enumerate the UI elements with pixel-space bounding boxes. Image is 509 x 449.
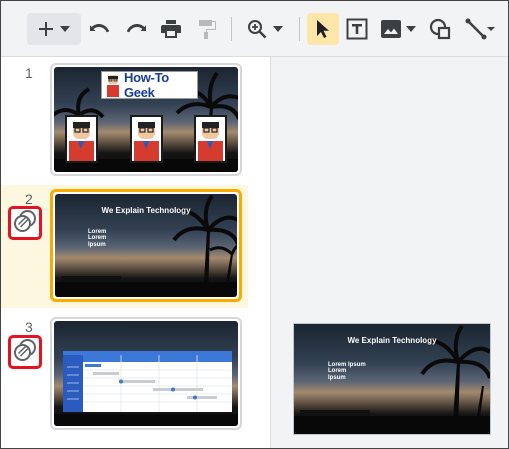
slide-thumbnail[interactable]: How-To Geek xyxy=(50,63,242,176)
undo-icon xyxy=(90,22,112,36)
palm-trees-image xyxy=(54,414,238,426)
slide-body[interactable]: Lorem Ipsum Lorem Ipsum xyxy=(328,362,366,381)
body-line: Ipsum xyxy=(88,241,106,248)
geek-mascot-image xyxy=(130,115,163,163)
image-icon xyxy=(380,19,402,39)
slide-number: 2 xyxy=(25,191,33,207)
zoom-button[interactable] xyxy=(241,13,289,45)
linked-slides-icon xyxy=(13,209,37,238)
text-box-icon xyxy=(346,18,368,40)
image-button[interactable] xyxy=(377,13,419,45)
slide-body: Lorem Lorem Ipsum xyxy=(88,229,106,248)
chevron-down-icon[interactable] xyxy=(60,26,70,32)
add-icon xyxy=(38,21,54,37)
toolbar-divider xyxy=(231,17,232,41)
print-button[interactable] xyxy=(157,13,185,45)
geek-mascot-image xyxy=(194,115,227,163)
chevron-down-icon xyxy=(406,26,416,32)
slide-item-3[interactable]: 3 xyxy=(1,313,248,435)
slides-window: 1 How-To Geek 2 We Explain Technology Lo… xyxy=(0,0,509,449)
current-slide[interactable]: We Explain Technology Lorem Ipsum Lorem … xyxy=(293,323,491,435)
geek-mascot-image xyxy=(65,115,98,163)
shape-button[interactable] xyxy=(425,13,455,45)
slide-title: We Explain Technology xyxy=(101,206,191,215)
text-box-button[interactable] xyxy=(343,13,371,45)
linked-slide-badge[interactable] xyxy=(8,206,42,240)
linked-slide-badge[interactable] xyxy=(8,335,42,369)
paint-format-icon xyxy=(198,19,216,39)
slide-thumbnail[interactable]: We Explain Technology Lorem Lorem Ipsum xyxy=(50,189,242,302)
how-to-geek-banner: How-To Geek xyxy=(101,70,198,100)
print-icon xyxy=(161,20,181,38)
redo-icon xyxy=(124,22,146,36)
new-slide-button[interactable] xyxy=(27,13,81,45)
slide-item-1[interactable]: 1 How-To Geek xyxy=(1,59,248,181)
shape-icon xyxy=(429,18,451,40)
select-button[interactable] xyxy=(307,13,339,45)
toolbar-divider xyxy=(299,17,300,41)
slide-filmstrip: 1 How-To Geek 2 We Explain Technology Lo… xyxy=(1,57,271,448)
line-button[interactable] xyxy=(463,13,497,45)
slide-thumbnail[interactable] xyxy=(50,317,242,430)
slide-preview: How-To Geek xyxy=(54,67,238,172)
slide-title[interactable]: We Explain Technology xyxy=(294,336,490,345)
paint-format-button[interactable] xyxy=(193,13,221,45)
slide-canvas-area[interactable]: We Explain Technology Lorem Ipsum Lorem … xyxy=(271,57,508,448)
slide-number: 3 xyxy=(25,319,33,335)
slide-preview: We Explain Technology Lorem Lorem Ipsum xyxy=(55,194,237,297)
slide-item-2[interactable]: 2 We Explain Technology Lorem Lorem Ipsu… xyxy=(1,185,248,308)
slide-preview xyxy=(54,321,238,426)
toolbar xyxy=(1,1,508,57)
linked-slides-icon xyxy=(13,338,37,367)
undo-button[interactable] xyxy=(87,13,115,45)
slide-number: 1 xyxy=(25,65,33,81)
redo-button[interactable] xyxy=(121,13,149,45)
select-cursor-icon xyxy=(316,19,330,39)
line-icon xyxy=(465,18,495,40)
how-to-geek-logo-text: How-To Geek xyxy=(124,70,169,100)
chevron-down-icon xyxy=(273,26,283,32)
body-line: Lorem xyxy=(88,235,107,242)
body-line: Ipsum xyxy=(328,374,346,381)
zoom-icon xyxy=(247,19,267,39)
geek-mascot-icon xyxy=(107,75,119,97)
